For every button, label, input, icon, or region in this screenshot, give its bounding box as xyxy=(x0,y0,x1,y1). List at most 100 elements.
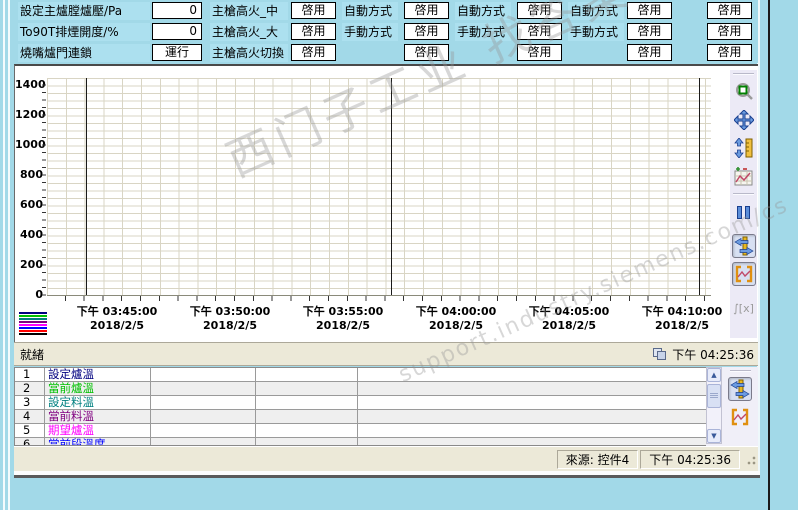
y-tick-label: 1400 xyxy=(15,78,46,91)
enable-button[interactable]: 啓用 xyxy=(707,44,752,61)
label-main-gun-mid: 主槍高火_中 xyxy=(210,2,288,20)
curve-name: 當前料溫 xyxy=(45,410,151,423)
toolbar-separator xyxy=(733,193,754,195)
ruler-brackets-icon xyxy=(731,408,749,426)
enable-button[interactable]: 啓用 xyxy=(404,2,449,19)
x-tick-label: 下午 03:45:00 2018/2/5 xyxy=(76,305,158,332)
curve-name: 期望爐溫 xyxy=(45,424,151,437)
label-furnace-pressure: 設定主爐膛爐壓/Pa xyxy=(18,2,150,20)
stretch-vertical-icon xyxy=(733,138,752,158)
table-row[interactable]: 2 當前爐溫 xyxy=(15,382,706,396)
zoom-plus-minus-button[interactable] xyxy=(732,164,756,188)
enable-button[interactable]: 啓用 xyxy=(517,44,562,61)
ruler-brackets-icon xyxy=(735,265,752,283)
window-bottom-edge xyxy=(14,471,760,478)
plot-area[interactable] xyxy=(47,78,711,296)
enable-button[interactable]: 啓用 xyxy=(707,2,752,19)
toggle-extended-ruler-button[interactable] xyxy=(731,234,756,258)
zoom-area-icon xyxy=(735,83,753,100)
table-row[interactable]: 3 設定料溫 xyxy=(15,396,706,410)
enable-button[interactable]: 啓用 xyxy=(291,44,336,61)
field-interlock-state[interactable]: 運行 xyxy=(152,44,202,61)
enable-button[interactable]: 啓用 xyxy=(517,23,562,40)
control-panel: 設定主爐膛爐壓/Pa 0 主槍高火_中 啓用 自動方式 啓用 自動方式 啓用 自… xyxy=(14,0,758,63)
enable-button[interactable]: 啓用 xyxy=(291,23,336,40)
y-tick-label: 600 xyxy=(20,198,43,211)
zoom-area-button[interactable] xyxy=(732,80,756,104)
bottom-time: 下午 04:25:36 xyxy=(640,449,740,469)
x-tick-label: 下午 03:55:00 2018/2/5 xyxy=(302,305,384,332)
x-tick-label: 下午 04:00:00 2018/2/5 xyxy=(415,305,497,332)
chart-status-bar: 就緒 下午 04:25:36 xyxy=(14,342,758,366)
enable-button[interactable]: 啓用 xyxy=(627,44,672,61)
zoom-plus-minus-icon xyxy=(734,167,752,186)
swap-arrows-icon xyxy=(730,379,750,399)
row-number: 6 xyxy=(15,438,45,445)
table-row[interactable]: 6 當前段溫度 xyxy=(15,438,706,445)
ready-status: 就緒 xyxy=(20,347,45,362)
row-number: 4 xyxy=(15,410,45,423)
trend-table: 1 設定爐溫 2 當前爐溫 3 設定料溫 4 當前料溫 5 期望爐溫 6 當前段… xyxy=(14,367,758,446)
enable-button[interactable]: 啓用 xyxy=(707,23,752,40)
curve-name: 設定爐溫 xyxy=(45,368,151,381)
label-main-gun-switch: 主槍高火切換 xyxy=(210,44,288,62)
y-tick-label: 200 xyxy=(20,258,43,271)
status-time: 下午 04:25:36 xyxy=(672,347,754,362)
enable-button[interactable]: 啓用 xyxy=(291,2,336,19)
table-row[interactable]: 5 期望爐溫 xyxy=(15,424,706,438)
right-window-border xyxy=(768,0,770,510)
enable-button[interactable]: 啓用 xyxy=(627,23,672,40)
curve-name: 設定料溫 xyxy=(45,396,151,409)
row-number: 1 xyxy=(15,368,45,381)
table-row[interactable]: 4 當前料溫 xyxy=(15,410,706,424)
row-number: 2 xyxy=(15,382,45,395)
label-manual-mode-2: 手動方式 xyxy=(455,23,511,41)
x-axis-ticks xyxy=(47,296,711,301)
enable-button[interactable]: 啓用 xyxy=(627,2,672,19)
swap-arrows-icon xyxy=(733,236,754,256)
statistics-icon: ∫[x] xyxy=(733,301,754,315)
label-auto-mode-3: 自動方式 xyxy=(568,2,624,20)
table-scrollbar[interactable]: ▲ ▼ xyxy=(706,367,722,444)
select-time-range-button[interactable] xyxy=(731,262,756,286)
scroll-down-icon[interactable]: ▼ xyxy=(707,429,721,443)
window-copy-icon[interactable] xyxy=(653,347,667,361)
statistics-button[interactable]: ∫[x] xyxy=(732,296,756,320)
y-tick-label: 0 xyxy=(35,288,43,301)
trend-chart: 1400 1200 1000 800 600 400 200 0 下午 03:4… xyxy=(14,64,758,342)
label-manual-mode-3: 手動方式 xyxy=(568,23,624,41)
scrollbar-thumb[interactable] xyxy=(707,384,721,408)
time-cursor-line[interactable] xyxy=(699,78,700,295)
table-toolbar xyxy=(722,367,758,446)
select-time-range-button[interactable] xyxy=(728,405,752,429)
label-burner-door-interlock: 燒嘴爐門連鎖 xyxy=(18,44,150,62)
label-manual-mode-1: 手動方式 xyxy=(342,23,398,41)
move-trend-button[interactable] xyxy=(732,108,756,132)
left-window-edge-2 xyxy=(8,0,10,510)
toggle-extended-ruler-button[interactable] xyxy=(728,377,752,401)
toolbar-separator xyxy=(733,73,754,75)
row-number: 3 xyxy=(15,396,45,409)
y-tick-label: 1200 xyxy=(15,108,46,121)
time-cursor-line[interactable] xyxy=(391,78,392,295)
stretch-value-axis-button[interactable] xyxy=(732,136,756,160)
resize-grip-icon[interactable] xyxy=(744,453,756,465)
trend-table-grid: 1 設定爐溫 2 當前爐溫 3 設定料溫 4 當前料溫 5 期望爐溫 6 當前段… xyxy=(14,367,706,446)
enable-button[interactable]: 啓用 xyxy=(517,2,562,19)
table-row[interactable]: 1 設定爐溫 xyxy=(15,368,706,382)
enable-button[interactable]: 啓用 xyxy=(404,44,449,61)
y-tick-label: 800 xyxy=(20,168,43,181)
scroll-up-icon[interactable]: ▲ xyxy=(707,368,721,382)
row-number: 5 xyxy=(15,424,45,437)
field-exhaust-opening[interactable]: 0 xyxy=(152,23,202,40)
enable-button[interactable]: 啓用 xyxy=(404,23,449,40)
x-tick-label: 下午 04:05:00 2018/2/5 xyxy=(528,305,610,332)
y-axis-ticks xyxy=(42,78,46,296)
time-cursor-line[interactable] xyxy=(86,78,87,295)
y-tick-label: 1000 xyxy=(15,138,46,151)
left-window-edge xyxy=(3,0,5,510)
field-furnace-pressure[interactable]: 0 xyxy=(152,2,202,19)
pause-button[interactable] xyxy=(732,200,756,224)
label-main-gun-high: 主槍高火_大 xyxy=(210,23,288,41)
curve-legend-icon xyxy=(19,312,47,336)
